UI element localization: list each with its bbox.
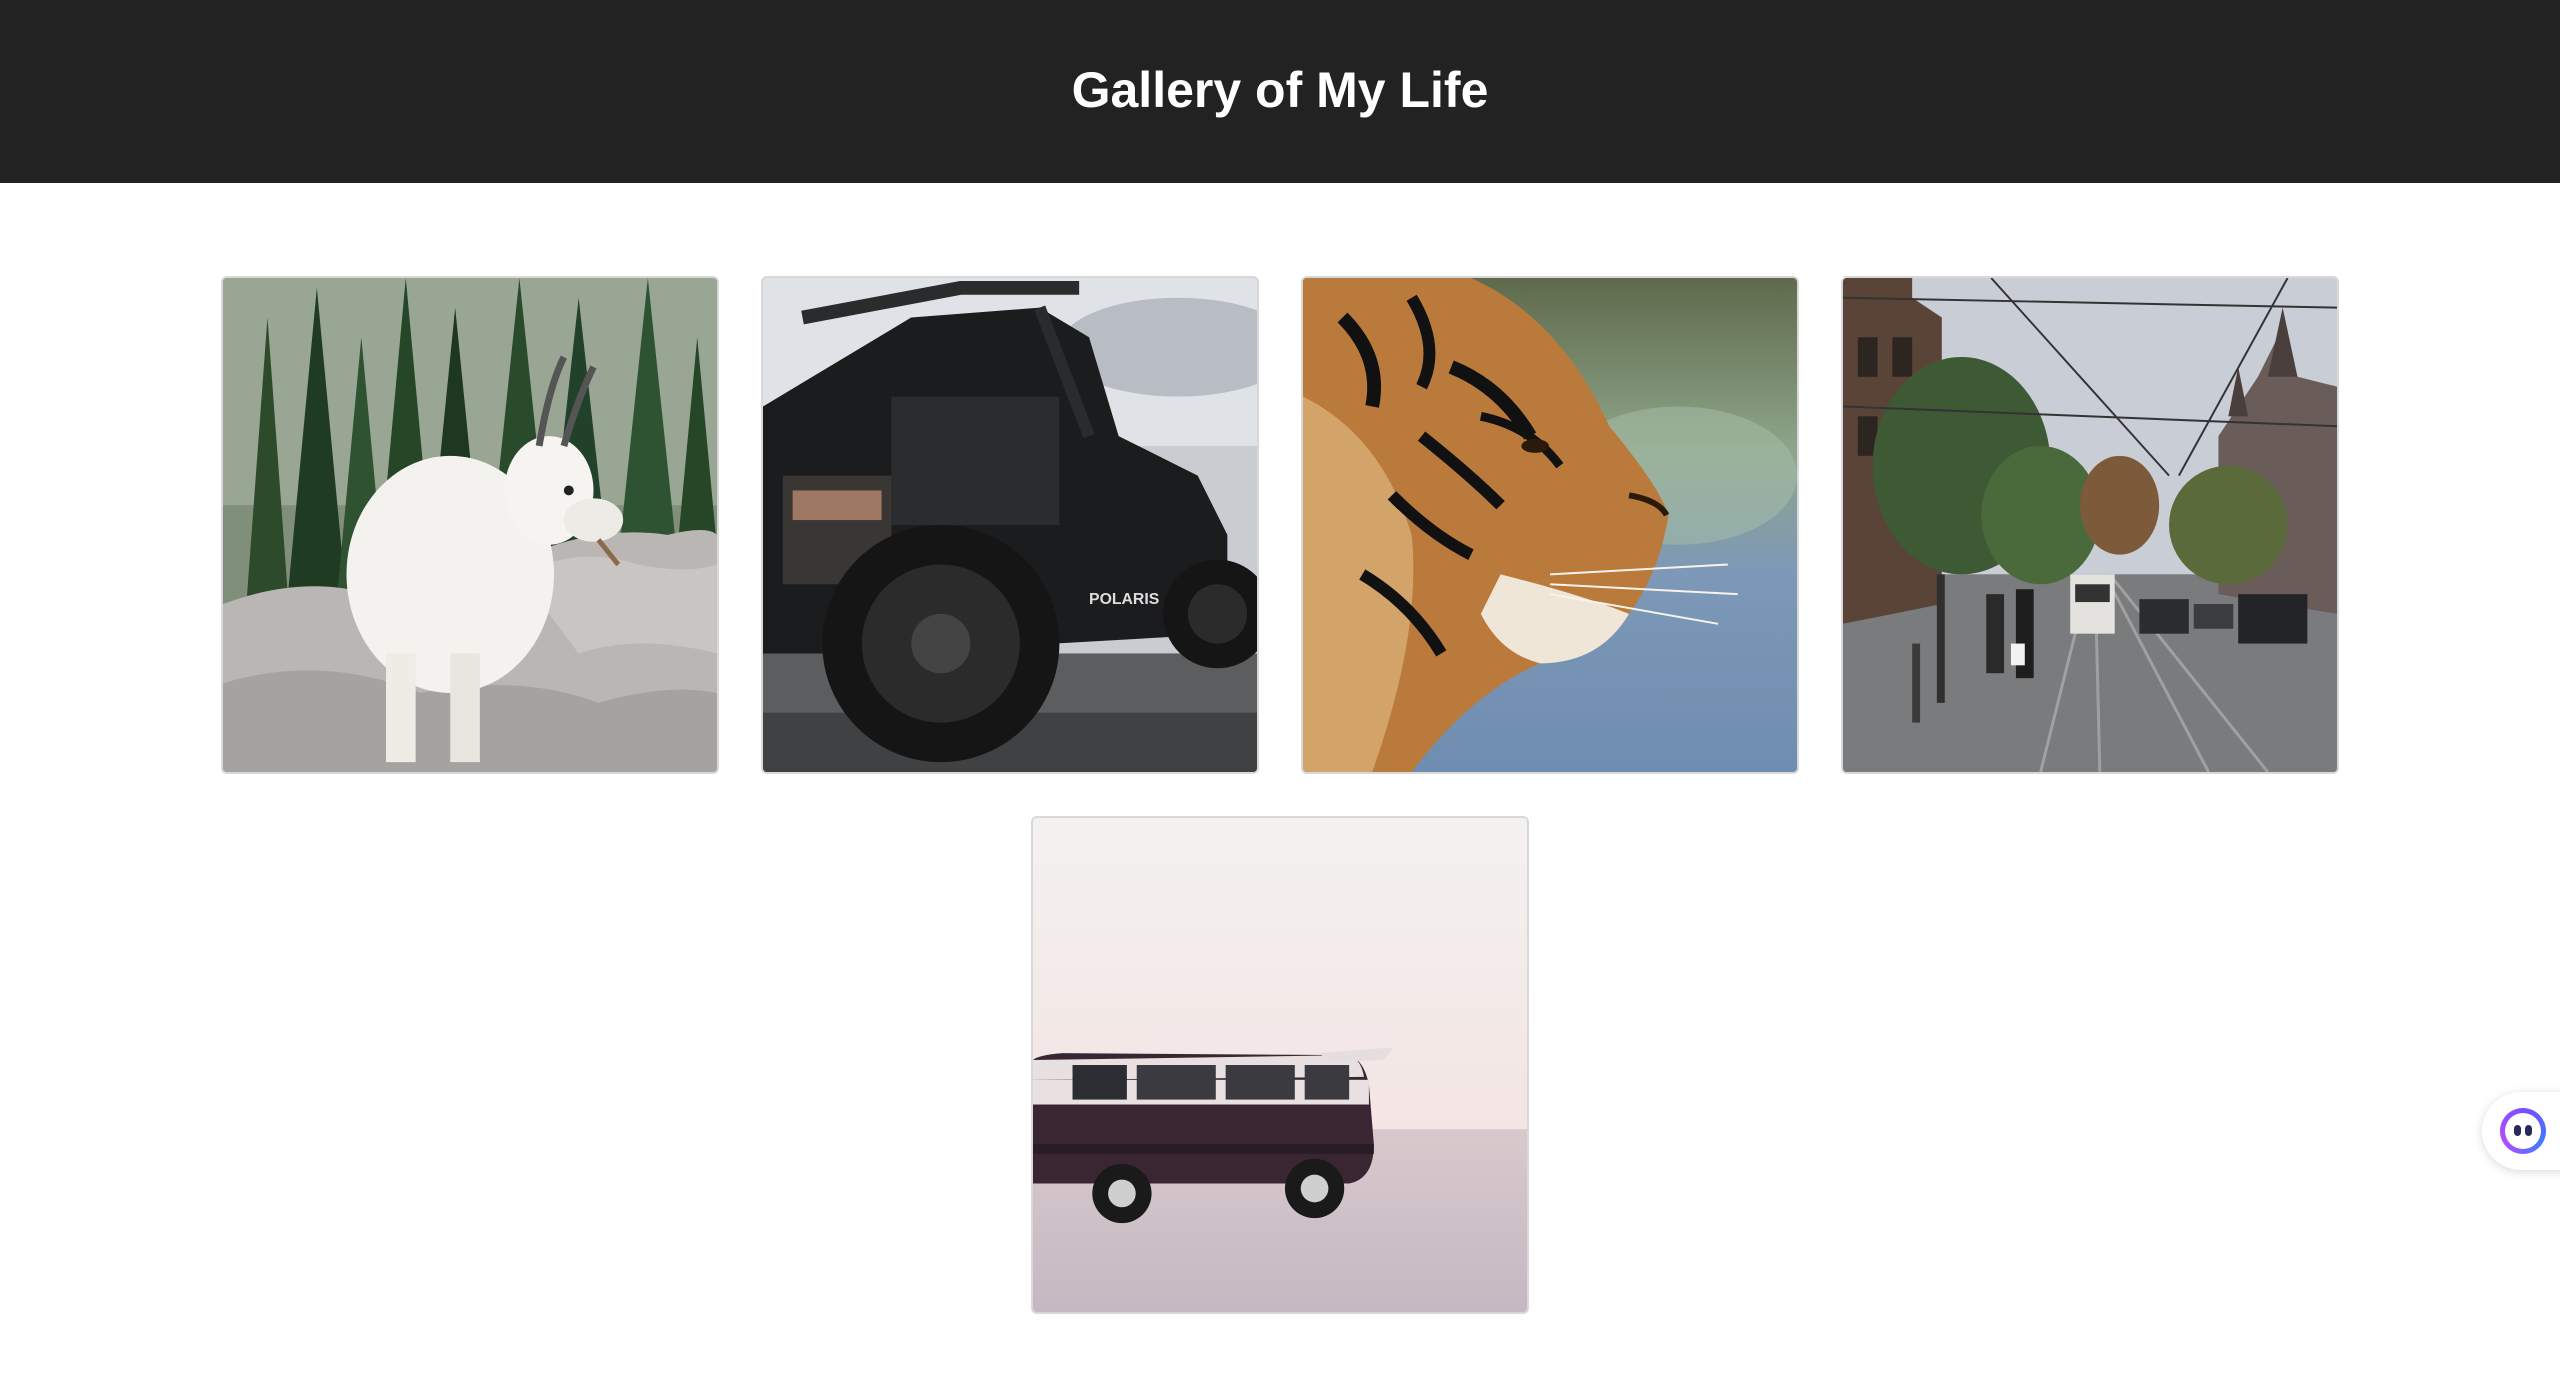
- page-title: Gallery of My Life: [1071, 61, 1489, 118]
- page-header: Gallery of My Life: [0, 0, 2560, 183]
- gallery-image-utv[interactable]: POLARIS: [761, 276, 1259, 774]
- tiger-image: [1303, 278, 1797, 772]
- assistant-face-icon: [2500, 1108, 2546, 1154]
- assistant-widget-button[interactable]: [2482, 1092, 2560, 1170]
- goat-image: [223, 278, 717, 772]
- van-image: [1033, 818, 1527, 1312]
- gallery-image-goat[interactable]: [221, 276, 719, 774]
- utv-image: POLARIS: [763, 278, 1257, 772]
- svg-text:POLARIS: POLARIS: [1089, 591, 1159, 608]
- gallery-image-tiger[interactable]: [1301, 276, 1799, 774]
- gallery-image-street[interactable]: [1841, 276, 2339, 774]
- gallery-image-van[interactable]: [1031, 816, 1529, 1314]
- street-image: [1843, 278, 2337, 772]
